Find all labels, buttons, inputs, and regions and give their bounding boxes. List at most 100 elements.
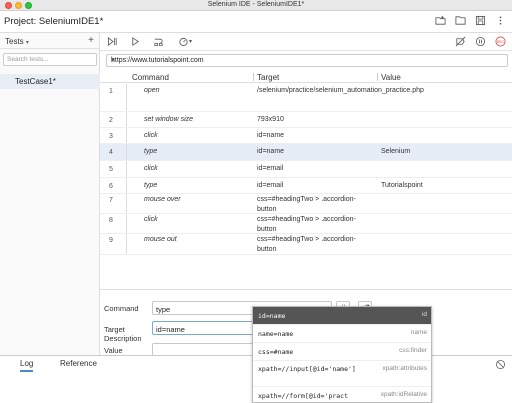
row-divider xyxy=(126,178,127,193)
locator-option[interactable]: name=name name xyxy=(253,325,431,343)
tab-log[interactable]: Log xyxy=(20,359,34,372)
save-project-icon[interactable] xyxy=(475,15,486,26)
row-target: id=name xyxy=(257,131,285,139)
locator-type: xpath:idRelative xyxy=(380,391,427,398)
tests-sidebar: Tests ▾ + TestCase1* xyxy=(0,33,100,355)
clear-log-icon[interactable] xyxy=(495,359,506,370)
tab-reference[interactable]: Reference xyxy=(60,359,97,368)
locator-option[interactable]: id=name id xyxy=(253,307,431,325)
chevron-down-icon: ▾ xyxy=(25,40,29,46)
command-row[interactable]: 5 click id=email xyxy=(100,161,512,178)
row-number: 3 xyxy=(109,132,113,140)
command-row[interactable]: 2 set window size 793x910 xyxy=(100,112,512,128)
column-value: Value xyxy=(381,73,401,82)
run-all-tests-icon[interactable] xyxy=(107,36,118,47)
command-label: Command xyxy=(104,304,139,313)
row-divider xyxy=(126,161,127,177)
tests-dropdown[interactable]: Tests ▾ xyxy=(5,37,29,46)
command-row[interactable]: 7 mouse over css=#headingTwo > .accordion-… xyxy=(100,194,512,214)
open-project-icon[interactable] xyxy=(455,15,466,26)
row-target: /selenium/practice/selenium_automation_p… xyxy=(257,87,424,94)
base-url-select[interactable]: https://www.tutorialspoint.com ▾ xyxy=(106,54,508,67)
row-number: 1 xyxy=(109,88,113,95)
step-over-icon[interactable] xyxy=(153,36,164,47)
row-command: open xyxy=(144,87,160,94)
locator-type: name xyxy=(410,329,427,336)
speed-icon[interactable]: ▾ xyxy=(176,36,194,47)
locator-option[interactable]: css=#name css:finder xyxy=(253,343,431,361)
add-test-icon[interactable]: + xyxy=(88,35,94,46)
row-command: mouse out xyxy=(144,236,177,243)
row-command: type xyxy=(144,181,158,189)
locator-type: xpath:attributes xyxy=(382,365,427,372)
column-divider xyxy=(377,73,378,81)
tests-header: Tests ▾ + xyxy=(0,33,100,49)
row-divider xyxy=(126,194,127,213)
record-icon[interactable]: REC xyxy=(495,36,506,47)
run-current-test-icon[interactable] xyxy=(130,36,141,47)
search-tests-input[interactable] xyxy=(3,53,97,66)
project-name[interactable]: SeleniumIDE1* xyxy=(39,16,103,27)
row-number: 6 xyxy=(109,182,113,190)
disable-breakpoints-icon[interactable] xyxy=(455,36,466,47)
locator-type: id xyxy=(421,311,427,318)
locator-value: xpath=//form[@id='pract xyxy=(258,392,349,400)
row-target: id=email xyxy=(257,181,284,189)
locator-type: css:finder xyxy=(399,347,427,354)
new-project-icon[interactable] xyxy=(435,15,446,26)
svg-text:REC: REC xyxy=(497,40,505,44)
row-command: click xyxy=(144,131,158,139)
row-divider xyxy=(126,128,127,143)
row-value: Tutorialspoint xyxy=(381,181,423,189)
tests-title: Tests xyxy=(5,37,24,46)
column-target: Target xyxy=(257,73,280,82)
locator-value: id=name xyxy=(258,312,286,320)
description-label: Description xyxy=(104,334,142,343)
locator-value: css=#name xyxy=(258,348,294,356)
pause-on-exceptions-icon[interactable] xyxy=(475,36,486,47)
row-target: id=email xyxy=(257,165,284,172)
project-title: Project: SeleniumIDE1* xyxy=(4,16,103,27)
row-command: set window size xyxy=(144,115,194,123)
command-row[interactable]: 1 open/selenium/practice/selenium_automat… xyxy=(100,84,512,112)
target-label: Target xyxy=(104,325,125,334)
project-bar: Project: SeleniumIDE1* xyxy=(0,11,512,33)
window-titlebar: Selenium IDE - SeleniumIDE1* xyxy=(0,0,512,11)
row-target: id=name xyxy=(257,148,285,155)
project-label: Project: xyxy=(4,16,37,27)
column-command: Command xyxy=(132,73,169,82)
row-number: 5 xyxy=(109,166,113,173)
table-header: Command Target Value xyxy=(100,71,512,83)
locator-option[interactable]: xpath=//form[@id='pract xpath:idRelative xyxy=(253,387,431,402)
row-number: 8 xyxy=(109,217,113,224)
row-divider xyxy=(126,144,127,160)
row-divider xyxy=(126,84,127,111)
row-command: click xyxy=(144,216,158,223)
row-target: css=#headingTwo > .accordion-button xyxy=(257,196,356,213)
row-number: 7 xyxy=(109,197,113,204)
locator-value: name=name xyxy=(258,330,294,338)
test-name: TestCase1* xyxy=(15,77,56,86)
test-list-item[interactable]: TestCase1* xyxy=(0,74,100,89)
chevron-down-icon: ▾ xyxy=(111,57,115,64)
locator-suggestions-dropdown: id=name id name=name name css=#name css:finde… xyxy=(252,306,432,403)
playback-toolbar: ▾ REC xyxy=(100,33,512,51)
row-divider xyxy=(126,234,127,254)
row-divider xyxy=(126,112,127,127)
speed-chevron-down-icon: ▾ xyxy=(188,38,192,45)
locator-option[interactable]: xpath=//input[@id='name'] xpath:attribute… xyxy=(253,361,431,387)
command-row[interactable]: 6 type id=email Tutorialspoint xyxy=(100,178,512,194)
window-title: Selenium IDE - SeleniumIDE1* xyxy=(207,1,305,8)
row-target: css=#headingTwo > .accordion-button xyxy=(257,236,356,253)
row-divider xyxy=(126,214,127,233)
command-row[interactable]: 8 click css=#headingTwo > .accordion-butto… xyxy=(100,214,512,234)
row-target: 793x910 xyxy=(257,115,284,123)
command-input-value: type xyxy=(156,304,171,314)
row-number: 2 xyxy=(109,116,113,124)
command-row[interactable]: 9 mouse out css=#headingTwo > .accordion-b… xyxy=(100,234,512,255)
command-row[interactable]: 3 click id=name xyxy=(100,128,512,144)
locator-value: xpath=//input[@id='name'] xyxy=(258,365,356,373)
command-row[interactable]: 4 type id=name Selenium xyxy=(100,144,512,161)
more-options-icon[interactable] xyxy=(495,15,506,26)
row-value: Selenium xyxy=(381,148,411,155)
